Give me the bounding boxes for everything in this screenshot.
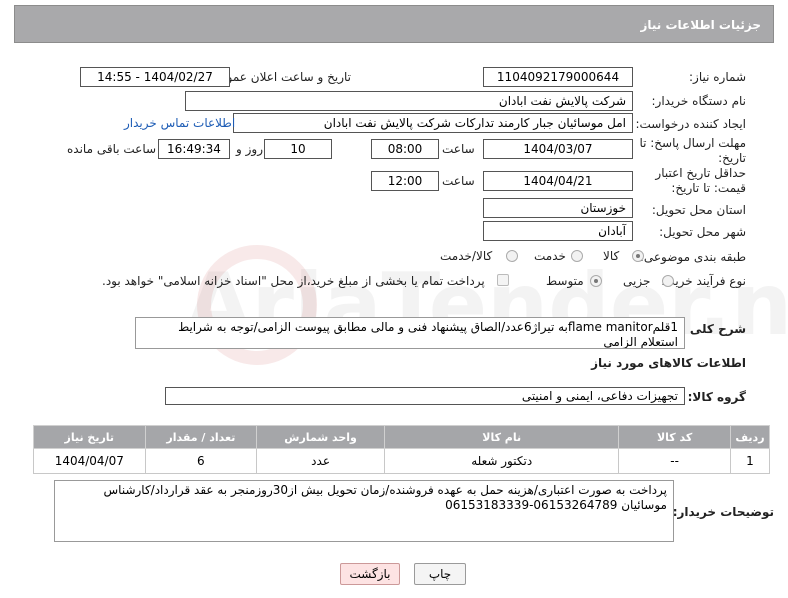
validity-time-field: 12:00 xyxy=(371,171,439,191)
days-field: 10 xyxy=(264,139,332,159)
goods-group-label: گروه کالا: xyxy=(687,390,746,404)
table-row: 1 -- دتکتور شعله عدد 6 1404/04/07 xyxy=(33,448,771,474)
validity-date-field: 1404/04/21 xyxy=(483,171,633,191)
validity-label: حداقل تاریخ اعتبار قیمت: تا تاریخ: xyxy=(655,166,746,195)
items-table: ردیف کد کالا نام کالا واحد شمارش تعداد /… xyxy=(33,425,771,474)
days-label: روز و xyxy=(236,142,263,156)
col-qty-header: تعداد / مقدار xyxy=(144,425,258,449)
col-unit-header: واحد شمارش xyxy=(256,425,386,449)
process-note: پرداخت تمام یا بخشی از مبلغ خرید،از محل … xyxy=(102,274,485,288)
table-header-row: ردیف کد کالا نام کالا واحد شمارش تعداد /… xyxy=(33,425,771,449)
category-goods-label: کالا xyxy=(603,249,620,263)
buyer-notes-label: توضیحات خریدار: xyxy=(672,505,774,519)
category-both-radio[interactable] xyxy=(506,250,518,262)
need-number-field: 1104092179000644 xyxy=(483,67,633,87)
process-minor-radio[interactable] xyxy=(662,275,674,287)
col-row-header: ردیف xyxy=(729,425,771,449)
process-minor-label: جزیی xyxy=(623,274,651,288)
deadline-date-field: 1404/03/07 xyxy=(483,139,633,159)
deadline-time-field: 08:00 xyxy=(371,139,439,159)
deadline-label: مهلت ارسال پاسخ: تا تاریخ: xyxy=(639,136,746,165)
buyer-notes-textarea[interactable]: پرداخت به صورت اعتباری/هزینه حمل به عهده… xyxy=(54,480,674,542)
print-button[interactable]: چاپ xyxy=(414,563,466,585)
buyer-org-field: شرکت پالایش نفت ابادان xyxy=(185,91,633,111)
validity-time-label: ساعت xyxy=(442,174,475,188)
province-field: خوزستان xyxy=(483,198,633,218)
category-service-radio[interactable] xyxy=(571,250,583,262)
province-label: استان محل تحویل: xyxy=(651,203,746,217)
col-date-header: تاریخ نیاز xyxy=(33,425,146,449)
announce-datetime-field: 1404/02/27 - 14:55 xyxy=(80,67,230,87)
buyer-contact-link[interactable]: اطلاعات تماس خریدار xyxy=(124,116,235,130)
cell-code: -- xyxy=(618,448,731,474)
remaining-label: ساعت باقی مانده xyxy=(67,142,157,156)
need-number-label: شماره نیاز: xyxy=(689,70,746,84)
cell-qty: 6 xyxy=(144,448,258,474)
process-medium-radio[interactable] xyxy=(590,275,602,287)
deadline-time-label: ساعت xyxy=(442,142,475,156)
cell-row: 1 xyxy=(729,448,771,474)
cell-name: دتکتور شعله xyxy=(384,448,620,474)
creator-field: امل موسائیان جبار کارمند تدارکات شرکت پا… xyxy=(233,113,633,133)
city-field: آبادان xyxy=(483,221,633,241)
back-button[interactable]: بازگشت xyxy=(340,563,400,585)
category-service-label: خدمت xyxy=(534,249,566,263)
page-title: جزئیات اطلاعات نیاز xyxy=(640,18,761,32)
header-bar: جزئیات اطلاعات نیاز xyxy=(14,5,774,43)
category-both-label: کالا/خدمت xyxy=(440,249,493,263)
creator-label: ایجاد کننده درخواست: xyxy=(635,117,746,131)
goods-info-title: اطلاعات کالاهای مورد نیاز xyxy=(591,356,746,370)
cell-unit: عدد xyxy=(256,448,386,474)
category-label: طبقه بندی موضوعی: xyxy=(639,250,746,264)
col-name-header: نام کالا xyxy=(384,425,620,449)
remaining-time-field: 16:49:34 xyxy=(158,139,230,159)
treasury-checkbox[interactable] xyxy=(497,274,509,286)
city-label: شهر محل تحویل: xyxy=(659,225,746,239)
category-goods-radio[interactable] xyxy=(632,250,644,262)
col-code-header: کد کالا xyxy=(618,425,731,449)
goods-group-field: تجهیزات دفاعی، ایمنی و امنیتی xyxy=(165,387,685,405)
summary-textarea[interactable]: 1قلمflame manitorبه تیراژ6عدد/الصاق پیشن… xyxy=(135,317,685,349)
buyer-org-label: نام دستگاه خریدار: xyxy=(651,94,747,108)
cell-date: 1404/04/07 xyxy=(33,448,146,474)
process-medium-label: متوسط xyxy=(546,274,584,288)
